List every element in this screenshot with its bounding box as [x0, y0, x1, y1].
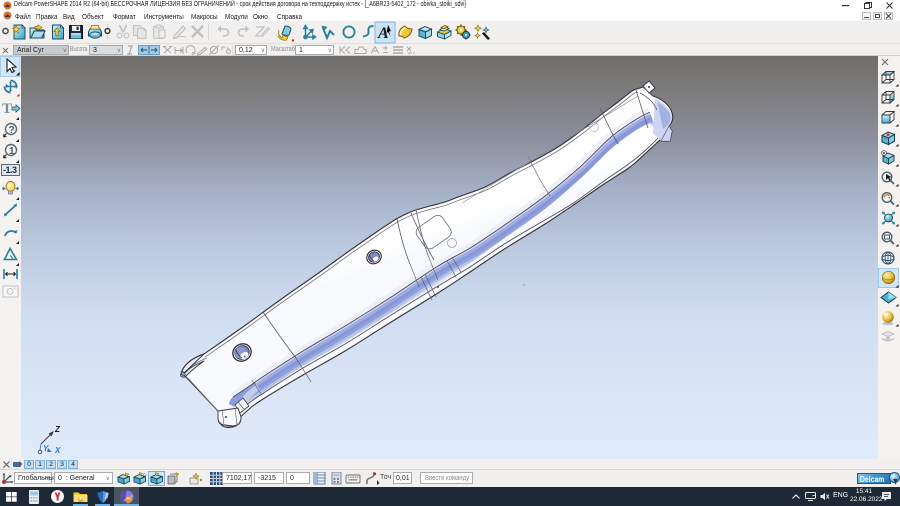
- svg-text:?: ?: [9, 125, 15, 136]
- svg-text:-1.3: -1.3: [3, 165, 17, 175]
- svg-text:X: X: [54, 446, 61, 455]
- svg-text:A: A: [377, 25, 389, 42]
- svg-text:T: T: [2, 101, 12, 117]
- svg-text:1: 1: [9, 146, 15, 157]
- svg-text:Z: Z: [54, 425, 61, 434]
